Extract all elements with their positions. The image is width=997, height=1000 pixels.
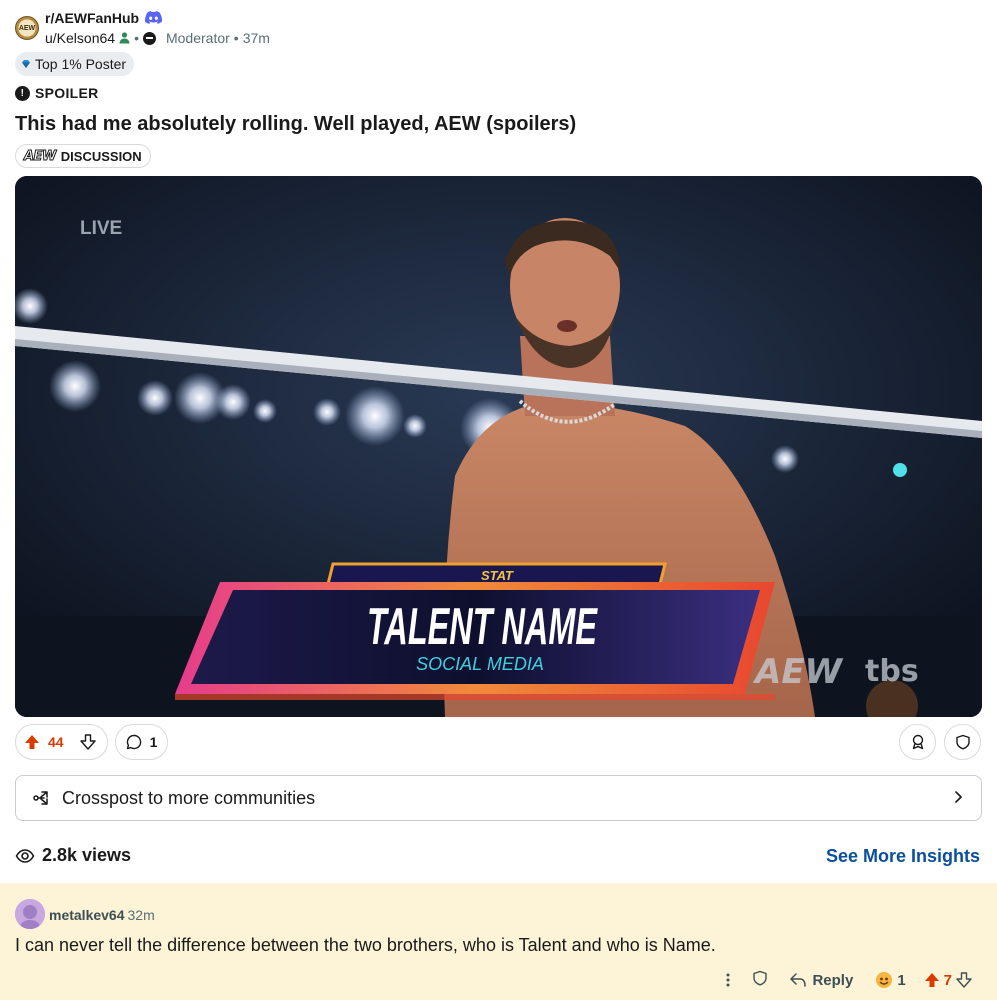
- upvote-count: 44: [48, 734, 64, 750]
- comment-count: 1: [149, 734, 158, 750]
- upvote-icon[interactable]: [924, 972, 940, 988]
- user-flair-label: Top 1% Poster: [35, 56, 127, 72]
- post-action-bar: 44 1: [15, 724, 982, 760]
- aew-logo: AEW: [24, 148, 57, 164]
- comment-action-bar: Reply 1 7: [718, 968, 972, 992]
- subreddit-avatar-label: AEW: [18, 24, 36, 32]
- comment-score: 7: [943, 971, 952, 989]
- separator-dot: •: [233, 30, 239, 46]
- downvote-icon: [80, 734, 96, 750]
- spoiler-icon: !: [15, 85, 30, 101]
- spoiler-label: SPOILER: [35, 85, 99, 101]
- subreddit-avatar[interactable]: AEW: [15, 16, 39, 40]
- comment: metalkev64 32m I can never tell the diffe…: [0, 883, 997, 1000]
- chevron-right-icon: [955, 791, 962, 803]
- crosspost-label: Crosspost to more communities: [62, 787, 316, 808]
- upvote-icon: [25, 735, 39, 749]
- comment-icon: [126, 734, 141, 750]
- comment-username[interactable]: metalkev64: [49, 907, 125, 923]
- network-bug-aew: AEW: [752, 652, 844, 692]
- more-icon: [726, 973, 730, 987]
- comment-author: metalkev64 32m: [49, 907, 155, 923]
- views-stat: 2.8k views: [15, 845, 131, 866]
- see-more-insights-link[interactable]: See More Insights: [826, 846, 980, 867]
- author-row: u/Kelson64 • Moderator • 37m: [45, 30, 270, 46]
- crosspost-icon: [33, 791, 48, 805]
- post-flair-label: DISCUSSION: [60, 148, 142, 164]
- post-flair[interactable]: AEW DISCUSSION: [15, 144, 151, 168]
- author-username[interactable]: u/Kelson64: [45, 30, 115, 46]
- discord-icon[interactable]: [145, 11, 162, 24]
- avatar-image: [15, 899, 45, 929]
- award-icon: [876, 972, 893, 988]
- user-flair-badge: Top 1% Poster: [15, 52, 135, 76]
- separator-dot: •: [134, 30, 139, 46]
- lower-third-name: TALENT NAME: [367, 598, 598, 656]
- reply-button[interactable]: Reply: [790, 972, 853, 989]
- award-button[interactable]: [899, 724, 936, 760]
- network-bug-tbs: tbs: [865, 654, 919, 689]
- wrestling-broadcast-image: LIVE STAT TALENT NAME SOCIAL MEDIA AEW t…: [15, 176, 982, 717]
- post-image[interactable]: LIVE STAT TALENT NAME SOCIAL MEDIA AEW t…: [15, 176, 982, 717]
- comment-vote-control: 7: [924, 972, 972, 989]
- comment-award-count: 1: [897, 971, 906, 989]
- share-icon: [955, 734, 970, 750]
- subreddit-name[interactable]: r/AEWFanHub: [45, 10, 139, 26]
- comment-time: 32m: [127, 907, 155, 923]
- live-label: LIVE: [80, 218, 122, 239]
- lower-third-sub: SOCIAL MEDIA: [416, 654, 544, 674]
- more-options-button[interactable]: [718, 973, 738, 987]
- moderator-icon: [142, 31, 156, 45]
- views-icon: [15, 848, 35, 863]
- person-icon: [119, 32, 130, 44]
- crosspost-button[interactable]: Crosspost to more communities: [15, 775, 982, 821]
- comment-body: I can never tell the difference between …: [15, 935, 716, 955]
- award-icon: [912, 734, 923, 750]
- comment-award-button[interactable]: 1: [875, 971, 906, 989]
- reply-icon: [790, 973, 807, 987]
- comment-share-button[interactable]: [752, 970, 768, 990]
- lower-third-top: STAT: [481, 568, 514, 583]
- gem-icon: [22, 60, 30, 68]
- reply-label: Reply: [812, 971, 854, 989]
- author-role: Moderator: [165, 30, 230, 46]
- spoiler-tag: ! SPOILER: [15, 85, 99, 101]
- shield-icon: [753, 970, 768, 986]
- post-header: AEW r/AEWFanHub u/Kelson64 • Moderator •…: [15, 8, 975, 56]
- post-time: 37m: [242, 30, 270, 46]
- share-button[interactable]: [944, 724, 981, 760]
- views-count: 2.8k views: [42, 845, 132, 865]
- downvote-icon[interactable]: [956, 972, 972, 988]
- avatar[interactable]: [15, 899, 45, 929]
- post-title[interactable]: This had me absolutely rolling. Well pla…: [15, 113, 576, 136]
- vote-control: 44: [15, 724, 108, 760]
- downvote-button[interactable]: [72, 725, 104, 759]
- upvote-button[interactable]: [16, 725, 48, 759]
- comments-button[interactable]: 1: [115, 724, 168, 760]
